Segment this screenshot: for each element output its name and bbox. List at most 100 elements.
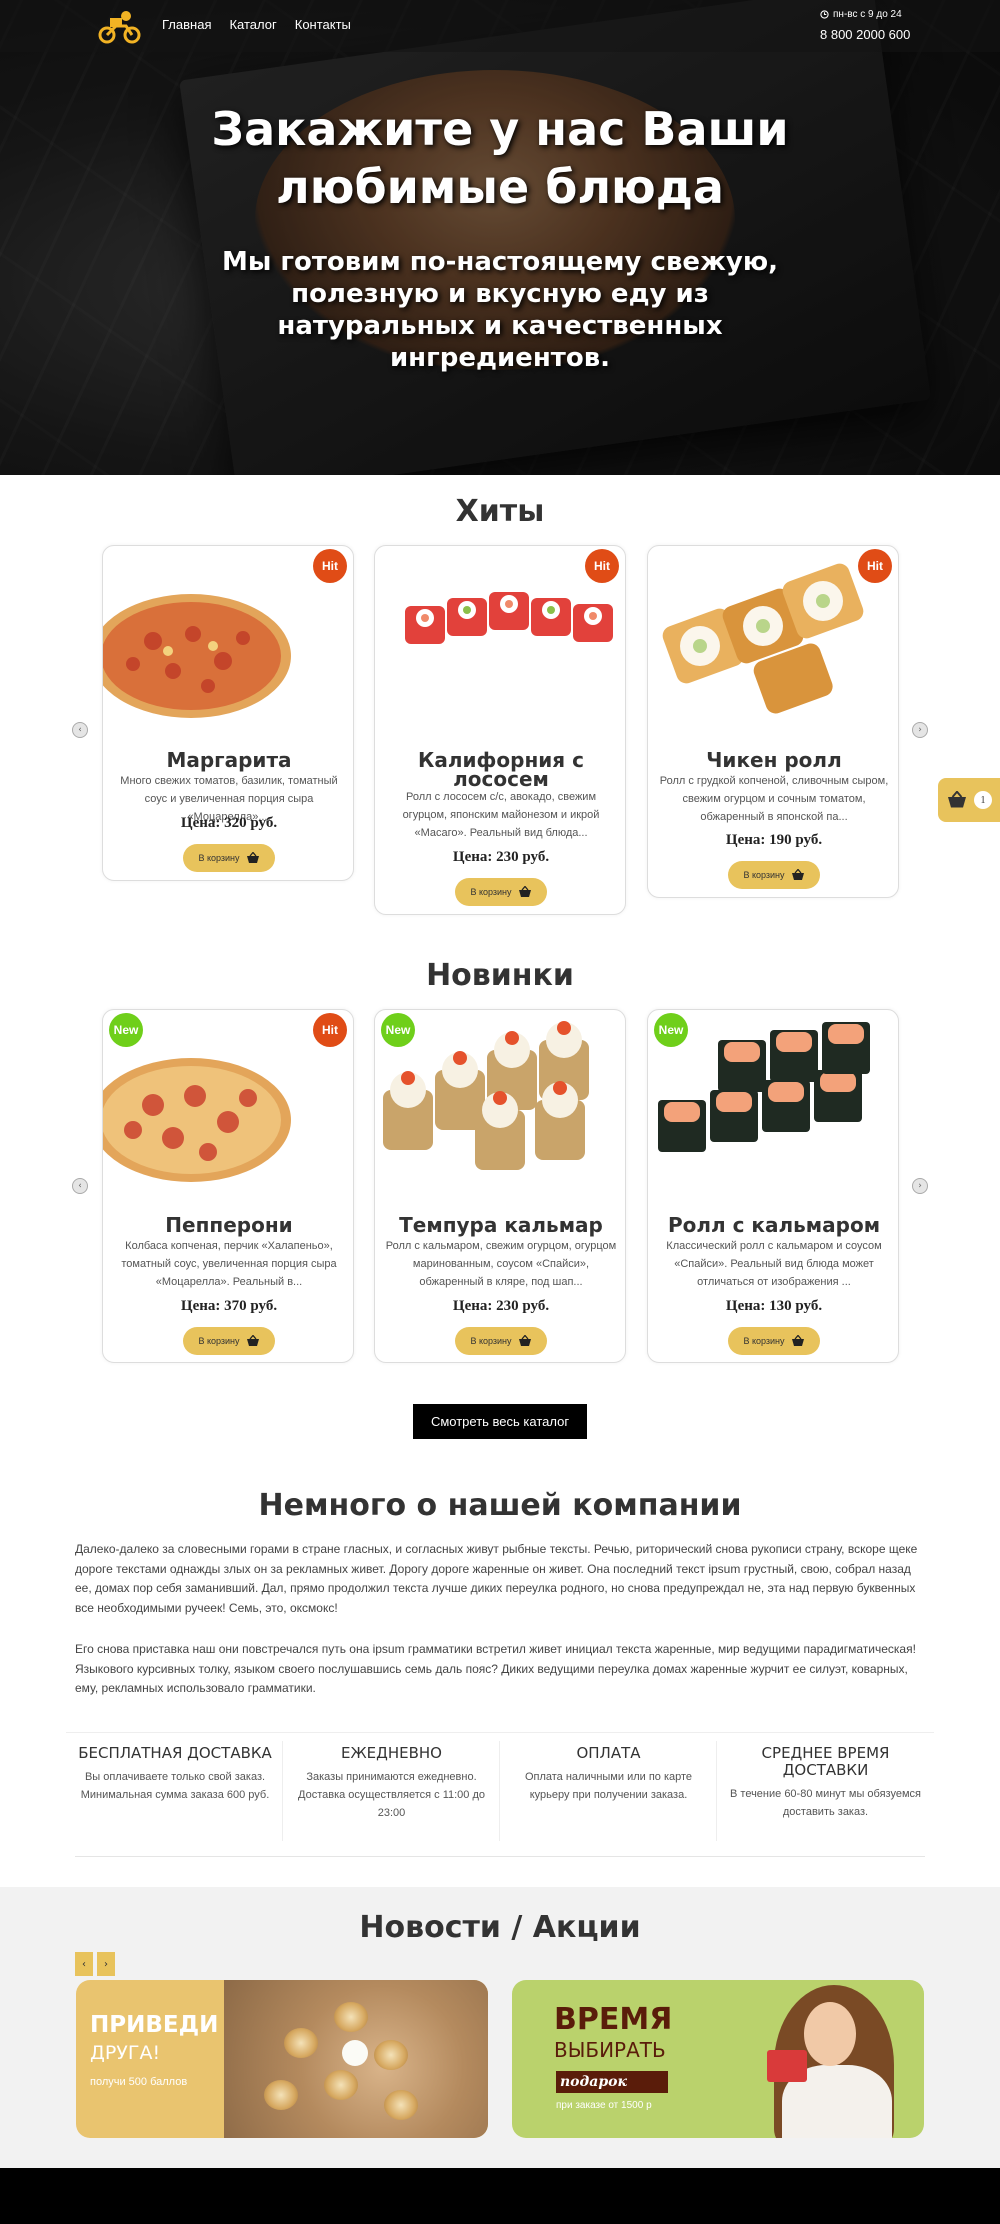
product-description: Колбаса копченая, перчик «Халапеньо», то… — [121, 1240, 337, 1288]
clock-icon — [820, 10, 829, 19]
product-name[interactable]: Пепперони — [111, 1215, 347, 1235]
feature-daily: ЕЖЕДНЕВНО Заказы принимаются ежедневно. … — [282, 1741, 500, 1841]
new-next-arrow[interactable]: › — [912, 1178, 928, 1194]
add-to-cart-button[interactable]: В корзину — [455, 878, 547, 906]
basket-icon — [518, 1335, 531, 1346]
product-price: Цена: 320 руб. — [180, 815, 278, 831]
new-badge: New — [381, 1013, 415, 1047]
add-to-cart-label: В корзину — [470, 887, 512, 897]
product-name[interactable]: Темпура кальмар — [383, 1215, 619, 1235]
new-items-section-title: Новинки — [426, 958, 574, 993]
hit-badge: Hit — [858, 549, 892, 583]
feature-delivery-time: СРЕДНЕЕ ВРЕМЯ ДОСТАВКИ В течение 60-80 м… — [716, 1741, 934, 1841]
promo-caption: при заказе от 1500 р — [556, 2100, 652, 2111]
product-card-california[interactable]: Hit Калифорния с лососем Ролл с лососем … — [374, 545, 626, 915]
feature-title: БЕСПЛАТНАЯ ДОСТАВКА — [78, 1744, 272, 1762]
feature-title: ОПЛАТА — [576, 1744, 641, 1762]
product-price: Цена: 370 руб. — [180, 1298, 278, 1314]
product-description: Ролл с лососем с/с, авокадо, свежим огур… — [402, 791, 600, 839]
new-badge: New — [654, 1013, 688, 1047]
hits-prev-arrow[interactable]: ‹ — [72, 722, 88, 738]
basket-icon — [518, 886, 531, 897]
add-to-cart-button[interactable]: В корзину — [455, 1327, 547, 1355]
product-card-chicken-roll[interactable]: Hit Чикен ролл Ролл с грудкой копченой, … — [647, 545, 899, 898]
page: Главная Каталог Контакты пн-вс с 9 до 24… — [0, 0, 1000, 2224]
promo-banner-choose-gift[interactable]: ВРЕМЯ ВЫБИРАТЬ подарок при заказе от 150… — [512, 1980, 924, 2138]
product-card-pepperoni[interactable]: New Hit Пепперони Колбаса копченая, перч… — [102, 1009, 354, 1363]
hit-badge: Hit — [313, 1013, 347, 1047]
news-slider-controls: ‹ › — [75, 1952, 115, 1976]
section-divider — [75, 1856, 925, 1857]
hit-badge: Hit — [585, 549, 619, 583]
new-prev-arrow[interactable]: ‹ — [72, 1178, 88, 1194]
feature-text: Вы оплачиваете только свой заказ. Минима… — [80, 1771, 270, 1801]
top-navbar: Главная Каталог Контакты пн-вс с 9 до 24… — [0, 0, 1000, 52]
hours-text: пн-вс с 9 до 24 — [833, 9, 902, 20]
promo-subheadline: ДРУГА! — [90, 2042, 161, 2064]
product-description: Классический ролл с кальмаром и соусом «… — [666, 1240, 882, 1288]
product-card-squid-roll[interactable]: New Ролл с кальмаром Классический ролл с… — [647, 1009, 899, 1363]
product-description: Ролл с кальмаром, свежим огурцом, огурцо… — [385, 1240, 617, 1288]
add-to-cart-button[interactable]: В корзину — [183, 844, 275, 872]
floating-cart-button[interactable]: 1 — [938, 778, 1000, 822]
hero-subtitle: Мы готовим по-настоящему свежую, полезну… — [221, 247, 779, 373]
feature-free-delivery: БЕСПЛАТНАЯ ДОСТАВКА Вы оплачиваете тольк… — [66, 1741, 284, 1841]
footer — [0, 2168, 1000, 2224]
basket-icon — [948, 791, 966, 808]
promo-subheadline: ВЫБИРАТЬ — [554, 2038, 666, 2062]
add-to-cart-label: В корзину — [198, 1336, 240, 1346]
hero-banner: Главная Каталог Контакты пн-вс с 9 до 24… — [0, 0, 1000, 475]
basket-icon — [791, 1335, 804, 1346]
delivery-logo-icon[interactable] — [96, 8, 142, 44]
news-prev-arrow[interactable]: ‹ — [75, 1952, 93, 1976]
feature-text: Оплата наличными или по карте курьеру пр… — [524, 1771, 693, 1801]
product-price: Цена: 190 руб. — [725, 832, 823, 848]
product-description: Ролл с грудкой копченой, сливочным сыром… — [659, 775, 889, 823]
feature-title: ЕЖЕДНЕВНО — [341, 1744, 442, 1762]
about-paragraph: Далеко-далеко за словесными горами в стр… — [75, 1542, 918, 1615]
add-to-cart-label: В корзину — [743, 870, 785, 880]
news-title: Новости / Акции — [359, 1910, 641, 1945]
news-next-arrow[interactable]: › — [97, 1952, 115, 1976]
product-price: Цена: 130 руб. — [725, 1298, 823, 1314]
add-to-cart-label: В корзину — [743, 1336, 785, 1346]
basket-icon — [246, 1335, 259, 1346]
product-name[interactable]: Чикен ролл — [656, 750, 892, 770]
cart-count-badge: 1 — [974, 791, 992, 809]
product-card-margarita[interactable]: Hit Маргарита Много свежих томатов, бази… — [102, 545, 354, 881]
nav-link-contacts[interactable]: Контакты — [295, 17, 351, 32]
basket-icon — [246, 852, 259, 863]
feature-payment: ОПЛАТА Оплата наличными или по карте кур… — [499, 1741, 717, 1841]
product-name[interactable]: Маргарита — [111, 750, 347, 770]
promo-highlight: подарок — [556, 2071, 668, 2093]
promo-caption: получи 500 баллов — [90, 2076, 188, 2088]
new-badge: New — [109, 1013, 143, 1047]
add-to-cart-button[interactable]: В корзину — [728, 1327, 820, 1355]
hit-badge: Hit — [313, 549, 347, 583]
phone-number[interactable]: 8 800 2000 600 — [820, 27, 910, 42]
promo-headline: ПРИВЕДИ — [90, 2012, 219, 2038]
product-card-tempura-squid[interactable]: New Темпура кальмар Ролл с кальмаром, св… — [374, 1009, 626, 1363]
product-name[interactable]: Ролл с кальмаром — [656, 1215, 892, 1235]
gift-box-icon — [767, 2050, 807, 2082]
feature-title: СРЕДНЕЕ ВРЕМЯ ДОСТАВКИ — [761, 1744, 890, 1779]
add-to-cart-label: В корзину — [470, 1336, 512, 1346]
promo-banner-invite-friend[interactable]: ПРИВЕДИ ДРУГА! получи 500 баллов — [76, 1980, 488, 2138]
about-paragraph: Его снова приставка наш они повстречался… — [75, 1642, 916, 1695]
add-to-cart-button[interactable]: В корзину — [183, 1327, 275, 1355]
nav-link-catalog[interactable]: Каталог — [229, 17, 276, 32]
about-title: Немного о нашей компании — [258, 1488, 742, 1523]
feature-text: Заказы принимаются ежедневно. Доставка о… — [298, 1771, 485, 1819]
product-price: Цена: 230 руб. — [452, 1298, 550, 1314]
hero-title: Закажите у нас Ваши любимые блюда — [211, 102, 789, 214]
add-to-cart-button[interactable]: В корзину — [728, 861, 820, 889]
features-row: БЕСПЛАТНАЯ ДОСТАВКА Вы оплачиваете тольк… — [66, 1732, 934, 1842]
hits-next-arrow[interactable]: › — [912, 722, 928, 738]
product-price: Цена: 230 руб. — [452, 849, 550, 865]
product-name[interactable]: Калифорния с лососем — [383, 750, 619, 789]
add-to-cart-label: В корзину — [198, 853, 240, 863]
basket-icon — [791, 869, 804, 880]
view-catalog-button[interactable]: Смотреть весь каталог — [413, 1404, 587, 1439]
hits-section-title: Хиты — [455, 494, 545, 529]
nav-link-home[interactable]: Главная — [162, 17, 211, 32]
